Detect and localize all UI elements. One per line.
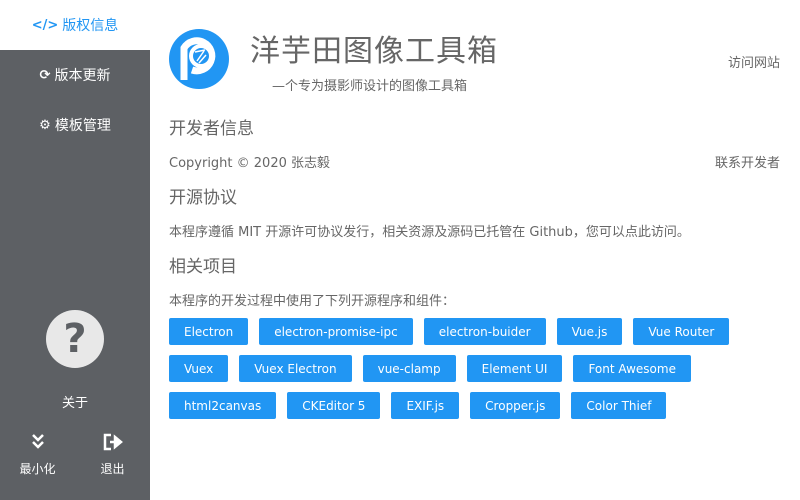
projects-text: 本程序的开发过程中使用了下列开源程序和组件： <box>169 294 456 309</box>
sign-out-icon <box>102 432 124 460</box>
gear-icon: ⚙ <box>39 117 51 133</box>
contact-developer-link[interactable]: 联系开发者 <box>715 152 780 171</box>
exit-button[interactable]: 退出 <box>75 432 150 477</box>
app-title: 洋芋田图像工具箱 <box>250 34 498 69</box>
app-subtitle: —个专为摄影师设计的图像工具箱 <box>272 79 468 94</box>
nav-item-template-manage[interactable]: ⚙ 模板管理 <box>0 100 150 150</box>
project-tag[interactable]: vue-clamp <box>362 355 456 382</box>
question-circle-icon[interactable]: ? <box>46 310 104 368</box>
nav-item-copyright[interactable]: </> 版权信息 <box>0 0 150 50</box>
nav-item-label: 模板管理 <box>54 118 111 134</box>
project-tag[interactable]: Electron <box>169 318 249 345</box>
license-heading: 开源协议 <box>169 188 237 208</box>
project-tag[interactable]: CKEditor 5 <box>287 392 381 419</box>
project-tag[interactable]: Vuex Electron <box>239 355 352 382</box>
project-tag[interactable]: electron-promise-ipc <box>259 318 413 345</box>
developer-heading: 开发者信息 <box>169 119 254 139</box>
visit-website-link[interactable]: 访问网站 <box>728 52 780 71</box>
nav-item-label: 版本更新 <box>54 68 111 84</box>
project-tag[interactable]: Font Awesome <box>573 355 691 382</box>
sidebar: </> 版权信息 ⟳ 版本更新 ⚙ 模板管理 ? 关于 最小化 退出 <box>0 0 150 500</box>
project-tag[interactable]: EXIF.js <box>391 392 460 419</box>
project-tag[interactable]: Vuex <box>169 355 229 382</box>
sync-icon: ⟳ <box>39 67 51 83</box>
app-logo <box>168 28 230 90</box>
project-tag[interactable]: html2canvas <box>169 392 277 419</box>
about-label[interactable]: 关于 <box>0 392 150 411</box>
copyright-text: Copyright © 2020 张志毅 <box>169 156 331 171</box>
project-tag-list: Electron electron-promise-ipc electron-b… <box>169 318 781 419</box>
project-tag[interactable]: Color Thief <box>571 392 667 419</box>
exit-label: 退出 <box>100 462 125 476</box>
projects-heading: 相关项目 <box>169 257 237 277</box>
project-tag[interactable]: Element UI <box>466 355 563 382</box>
double-chevron-down-icon <box>31 432 45 460</box>
project-tag[interactable]: electron-buider <box>423 318 546 345</box>
nav-item-version-update[interactable]: ⟳ 版本更新 <box>0 50 150 100</box>
project-tag[interactable]: Vue Router <box>633 318 730 345</box>
project-tag[interactable]: Cropper.js <box>470 392 561 419</box>
project-tag[interactable]: Vue.js <box>556 318 623 345</box>
nav-item-label: 版权信息 <box>62 18 119 34</box>
minimize-label: 最小化 <box>19 462 56 476</box>
license-text[interactable]: 本程序遵循 MIT 开源许可协议发行，相关资源及源码已托管在 Github，您可… <box>169 221 690 240</box>
minimize-button[interactable]: 最小化 <box>0 432 75 477</box>
code-icon: </> <box>31 17 59 33</box>
